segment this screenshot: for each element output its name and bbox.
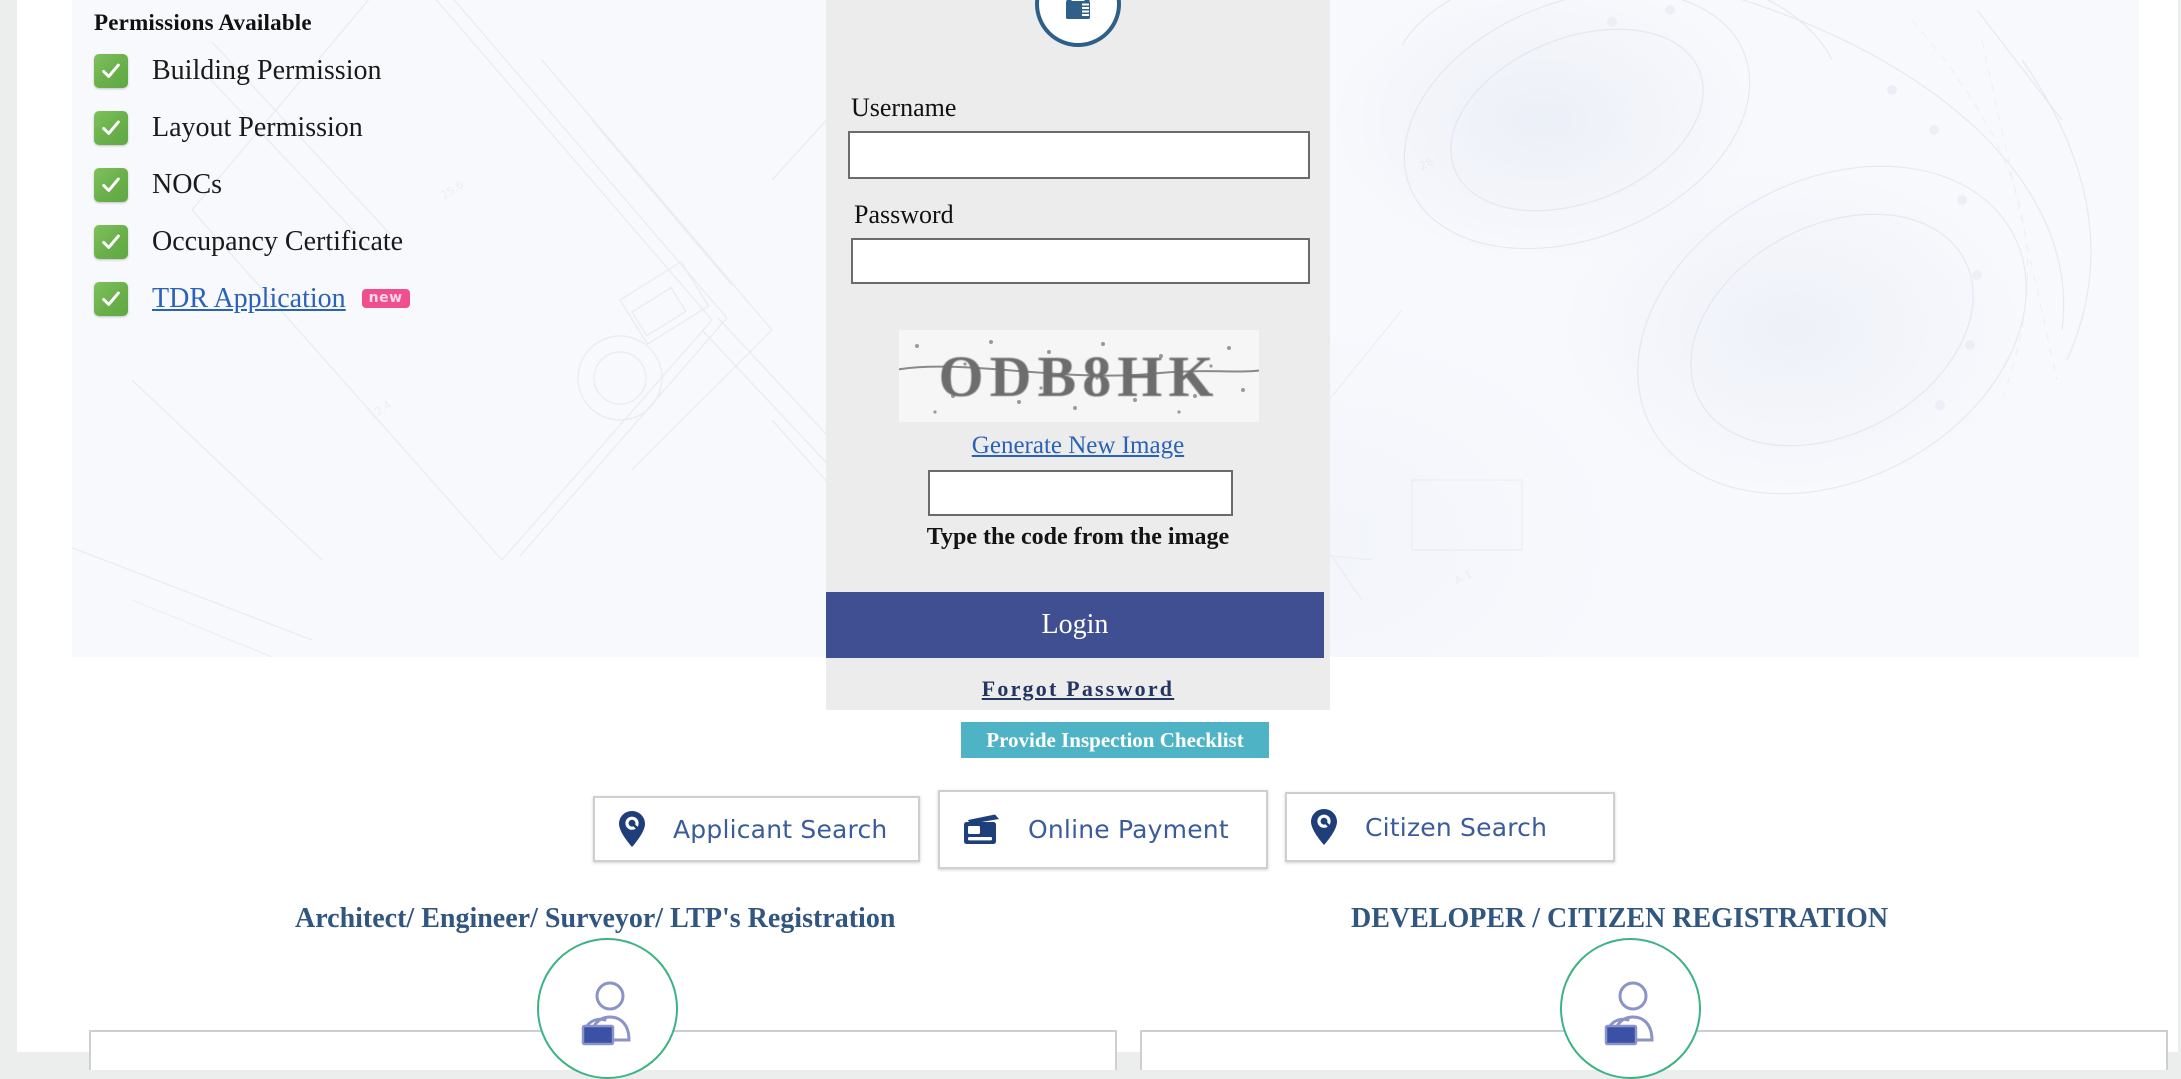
permission-label: Occupancy Certificate <box>152 225 404 257</box>
captcha-image: ODB8HK <box>899 330 1259 422</box>
password-input[interactable] <box>851 238 1310 284</box>
architect-registration-heading: Architect/ Engineer/ Surveyor/ LTP's Reg… <box>295 903 896 934</box>
permission-item-building: Building Permission <box>94 42 654 99</box>
online-payment-label: Online Payment <box>1028 815 1229 844</box>
provide-inspection-checklist-button[interactable]: Provide Inspection Checklist <box>961 722 1269 758</box>
payment-card-icon <box>962 813 1002 847</box>
online-payment-button[interactable]: Online Payment <box>938 790 1268 869</box>
page-root: 25.6 12.4 18 A-1 28 Permissions Availabl… <box>17 0 2178 1079</box>
check-icon <box>94 53 128 88</box>
developer-registration-heading: DEVELOPER / CITIZEN REGISTRATION <box>1351 903 1889 934</box>
tdr-application-link[interactable]: TDR Application <box>152 284 346 313</box>
permission-label: Building Permission <box>152 54 382 86</box>
permission-item-layout: Layout Permission <box>94 99 654 156</box>
check-icon <box>94 167 128 202</box>
permission-label: Layout Permission <box>152 111 363 143</box>
location-pin-icon <box>617 810 647 848</box>
username-input[interactable] <box>848 131 1310 179</box>
user-at-desk-icon <box>1604 981 1654 1045</box>
architect-avatar[interactable] <box>537 938 678 1079</box>
svg-text:A-1: A-1 <box>1452 568 1474 588</box>
citizen-search-label: Citizen Search <box>1365 812 1548 842</box>
location-pin-icon <box>1309 808 1339 846</box>
new-badge: new <box>361 289 410 308</box>
check-icon <box>94 224 128 259</box>
password-label: Password <box>854 200 954 229</box>
check-icon <box>94 110 128 145</box>
captcha-input[interactable] <box>928 470 1233 516</box>
captcha-text: ODB8HK <box>938 343 1220 409</box>
citizen-search-button[interactable]: Citizen Search <box>1285 792 1615 862</box>
generate-new-image-link[interactable]: Generate New Image <box>826 432 1330 460</box>
forgot-password-link[interactable]: Forgot Password <box>826 676 1330 702</box>
username-label: Username <box>851 93 957 122</box>
developer-avatar[interactable] <box>1560 938 1701 1079</box>
svg-text:28: 28 <box>1417 155 1435 173</box>
login-button[interactable]: Login <box>826 592 1324 658</box>
permission-item-tdr[interactable]: TDR Application new <box>94 270 654 327</box>
permissions-title: Permissions Available <box>94 10 312 35</box>
search-buttons-row: Applicant Search Online Payment Citizen … <box>17 787 2178 897</box>
check-icon <box>94 281 128 316</box>
permissions-available-section: Permissions Available Building Permissio… <box>94 0 654 327</box>
captcha-hint: Type the code from the image <box>926 524 1230 550</box>
login-panel: Username Password ODB8HK Generate New Im… <box>826 0 1330 710</box>
padlock-icon <box>1035 0 1121 47</box>
svg-text:12.4: 12.4 <box>366 398 394 422</box>
applicant-search-button[interactable]: Applicant Search <box>593 796 920 862</box>
permission-item-nocs: NOCs <box>94 156 654 213</box>
applicant-search-label: Applicant Search <box>673 814 888 844</box>
user-at-desk-icon <box>581 981 631 1045</box>
permission-item-occupancy: Occupancy Certificate <box>94 213 654 270</box>
permission-label: NOCs <box>152 168 223 200</box>
